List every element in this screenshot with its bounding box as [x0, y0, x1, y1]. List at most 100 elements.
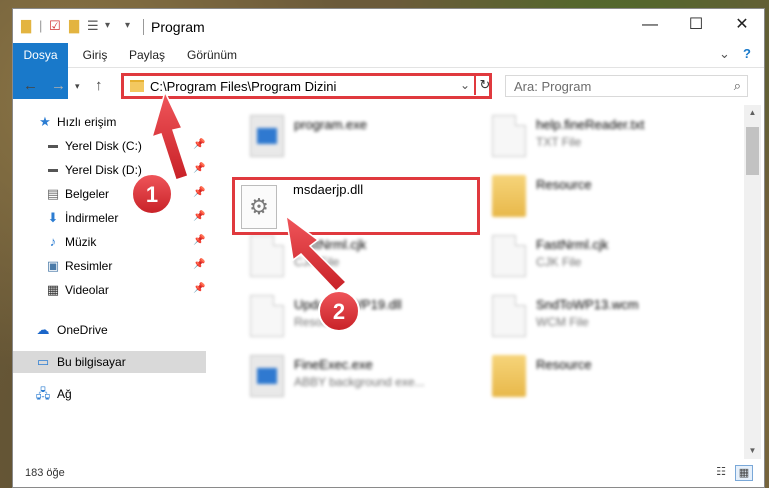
exe-file-icon — [250, 355, 284, 397]
up-arrow-icon[interactable]: ↑ — [95, 77, 103, 94]
nav-item-local-disk-c[interactable]: ▬ Yerel Disk (C:) 📌 — [13, 135, 206, 157]
tab-share[interactable]: Paylaş — [123, 43, 171, 67]
file-type: WCM File — [536, 315, 589, 329]
file-name: msdaerjp.dll — [293, 182, 364, 197]
file-item[interactable]: program.exe — [238, 109, 478, 165]
exe-file-icon — [250, 115, 284, 157]
pin-icon: 📌 — [193, 259, 206, 270]
file-item[interactable]: help.fineReader.txt TXT File — [480, 109, 720, 165]
separator: | — [39, 18, 43, 33]
pin-icon: 📌 — [193, 139, 206, 150]
item-count: 183 öğe — [25, 467, 65, 479]
nav-label: Yerel Disk (D:) — [65, 163, 142, 177]
search-input[interactable]: Ara: Program ⌕ — [505, 75, 748, 97]
file-type: CJK File — [294, 255, 340, 269]
customize-icon[interactable]: ☰ — [87, 18, 99, 34]
nav-label: OneDrive — [57, 323, 108, 337]
nav-label: Belgeler — [65, 187, 110, 201]
file-type: TXT File — [536, 135, 582, 149]
new-folder-icon[interactable]: ▇ — [69, 18, 79, 34]
highlighted-file-item[interactable]: ⚙ msdaerjp.dll — [232, 177, 480, 235]
computer-icon: ▭ — [36, 354, 50, 369]
pin-icon: 📌 — [193, 163, 206, 174]
title-separator — [143, 19, 144, 35]
scroll-down-icon[interactable]: ▼ — [744, 443, 761, 459]
nav-item-local-disk-d[interactable]: ▬ Yerel Disk (D:) 📌 — [13, 159, 206, 181]
chevron-down-icon[interactable]: ⌄ — [719, 46, 730, 62]
nav-label: Ağ — [57, 387, 72, 401]
nav-item-onedrive[interactable]: ☁ OneDrive — [13, 319, 206, 341]
title-bar: ▇ | ☑ ▇ ☰ ▾ ▾ Program — ☐ ✕ — [13, 9, 764, 43]
nav-label: Videolar — [65, 283, 109, 297]
pin-icon: 📌 — [193, 283, 206, 294]
file-name: help.fineReader.txt — [536, 117, 645, 132]
help-icon[interactable]: ? — [743, 46, 751, 61]
nav-label: Yerel Disk (C:) — [65, 139, 142, 153]
nav-label: Müzik — [65, 235, 97, 249]
nav-item-network[interactable]: 🖧 Ağ — [13, 383, 206, 405]
window-title: Program — [151, 19, 205, 35]
file-type: Resource — [294, 315, 346, 329]
nav-item-this-pc[interactable]: ▭ Bu bilgisayar — [13, 351, 206, 373]
minimize-button[interactable]: — — [627, 9, 673, 41]
file-item[interactable]: SndToWP13.wcm WCM File — [480, 289, 720, 345]
file-icon — [492, 295, 526, 337]
file-name: FineExec.exe — [294, 357, 373, 372]
pin-icon: 📌 — [193, 187, 206, 198]
large-icons-view-icon[interactable]: ▦ — [735, 465, 753, 481]
star-icon: ★ — [39, 114, 51, 129]
explorer-window: ▇ | ☑ ▇ ☰ ▾ ▾ Program — ☐ ✕ Dosya Giriş … — [12, 8, 765, 488]
close-button[interactable]: ✕ — [719, 9, 764, 41]
chevron-down-icon[interactable]: ⌄ — [460, 78, 470, 92]
forward-arrow-icon[interactable]: → — [51, 77, 66, 94]
nav-label: Hızlı erişim — [57, 115, 117, 129]
file-name: UpdateToWP19.dll — [294, 297, 402, 312]
file-item[interactable]: FastNrml.cjk CJK File — [238, 229, 478, 285]
nav-item-quick-access[interactable]: ★ Hızlı erişim — [13, 111, 206, 133]
drive-icon: ▬ — [48, 164, 58, 175]
nav-label: Resimler — [65, 259, 113, 273]
back-arrow-icon[interactable]: ← — [23, 77, 38, 94]
nav-item-downloads[interactable]: ⬇ İndirmeler 📌 — [13, 207, 206, 229]
file-item[interactable]: Resource — [480, 349, 720, 405]
properties-icon[interactable]: ☑ — [49, 18, 61, 34]
pin-icon: 📌 — [193, 235, 206, 246]
navigation-row: ← → ▾ ↑ C:\Program Files\Program Dizini … — [13, 69, 764, 103]
quick-access-dropdown-icon[interactable]: ▾ — [125, 20, 130, 31]
refresh-icon[interactable]: ↻ — [474, 75, 494, 95]
nav-item-pictures[interactable]: ▣ Resimler 📌 — [13, 255, 206, 277]
text-file-icon — [492, 115, 526, 157]
folder-icon — [492, 175, 526, 217]
tab-view[interactable]: Görünüm — [181, 43, 243, 67]
file-icon — [250, 235, 284, 277]
details-view-icon[interactable]: ☷ — [713, 465, 729, 479]
scroll-thumb[interactable] — [746, 127, 759, 175]
address-bar[interactable]: C:\Program Files\Program Dizini ⌄ ↻ — [121, 73, 492, 99]
nav-item-documents[interactable]: ▤ Belgeler 📌 — [13, 183, 206, 205]
vertical-scrollbar[interactable]: ▲ ▼ — [744, 105, 761, 459]
address-path[interactable]: C:\Program Files\Program Dizini — [150, 79, 336, 94]
scroll-up-icon[interactable]: ▲ — [744, 105, 761, 121]
nav-item-music[interactable]: ♪ Müzik 📌 — [13, 231, 206, 253]
folder-icon: ▇ — [21, 18, 31, 33]
nav-item-videos[interactable]: ▦ Videolar 📌 — [13, 279, 206, 301]
dll-file-icon — [250, 295, 284, 337]
folder-icon — [130, 80, 144, 92]
chevron-down-icon[interactable]: ▾ — [105, 20, 110, 31]
file-item[interactable]: FineExec.exe ABBY background exe... — [238, 349, 478, 405]
navigation-pane: ★ Hızlı erişim ▬ Yerel Disk (C:) 📌 ▬ Yer… — [13, 105, 208, 455]
file-item[interactable]: UpdateToWP19.dll Resource — [238, 289, 478, 345]
recent-locations-chevron-icon[interactable]: ▾ — [75, 81, 80, 92]
maximize-button[interactable]: ☐ — [673, 9, 719, 41]
file-type: ABBY background exe... — [294, 375, 425, 389]
search-placeholder: Ara: Program — [514, 79, 592, 94]
dll-gear-icon: ⚙ — [241, 185, 277, 229]
search-icon[interactable]: ⌕ — [734, 78, 741, 94]
tab-home[interactable]: Giriş — [75, 43, 115, 67]
file-item[interactable]: Resource — [480, 169, 720, 225]
ribbon-tabs: Dosya Giriş Paylaş Görünüm ⌄ ? — [13, 43, 764, 99]
music-icon: ♪ — [49, 234, 57, 249]
file-item[interactable]: FastNrml.cjk CJK File — [480, 229, 720, 285]
file-name: Resource — [536, 177, 592, 192]
cloud-icon: ☁ — [36, 322, 50, 337]
